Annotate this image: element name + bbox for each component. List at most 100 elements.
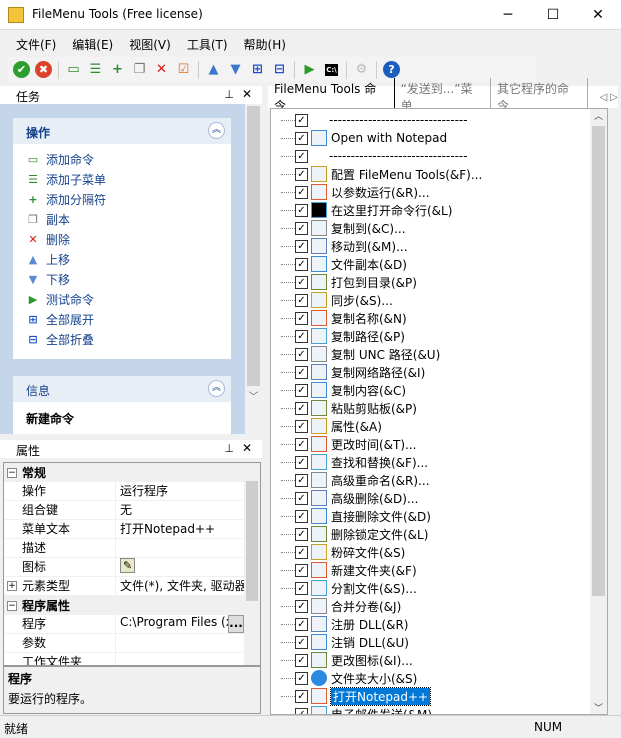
tree-item[interactable]: ✓ 合并分卷(&J) bbox=[271, 597, 401, 615]
scroll-up-icon[interactable]: ︿ bbox=[590, 109, 607, 126]
tree-item[interactable]: ✓ 新建文件夹(&F) bbox=[271, 561, 417, 579]
task-item[interactable]: ⊟ 全部折叠 bbox=[13, 329, 231, 349]
tree-item[interactable]: ✓ 以参数运行(&R)... bbox=[271, 183, 430, 201]
checkbox[interactable]: ✓ bbox=[295, 329, 308, 343]
add-command-button[interactable]: ▭ bbox=[64, 60, 83, 79]
checkbox[interactable]: ✓ bbox=[295, 401, 308, 415]
task-item[interactable]: ▲ 上移 bbox=[13, 249, 231, 269]
delete-button[interactable]: ✕ bbox=[152, 60, 171, 79]
tree-item[interactable]: ✓ Open with Notepad bbox=[271, 129, 447, 147]
tree-item[interactable]: ✓ 复制路径(&P) bbox=[271, 327, 405, 345]
checkbox[interactable]: ✓ bbox=[295, 311, 308, 325]
close-icon[interactable]: ✕ bbox=[242, 87, 252, 101]
tree-item[interactable]: ✓ 同步(&S)... bbox=[271, 291, 393, 309]
task-item[interactable]: ▭ 添加命令 bbox=[13, 149, 231, 169]
menu-help[interactable]: 帮助(H) bbox=[236, 32, 294, 57]
tree-item[interactable]: ✓ 分割文件(&S)... bbox=[271, 579, 417, 597]
task-item[interactable]: ☰ 添加子菜单 bbox=[13, 169, 231, 189]
tree-item[interactable]: ✓ 粘贴剪贴板(&P) bbox=[271, 399, 417, 417]
tree-item[interactable]: ✓ -------------------------------- bbox=[271, 147, 468, 165]
checkbox[interactable]: ✓ bbox=[295, 293, 308, 307]
checkbox[interactable]: ✓ bbox=[295, 599, 308, 613]
property-value[interactable] bbox=[116, 653, 244, 665]
check-button[interactable]: ☑ bbox=[174, 60, 193, 79]
tree-item[interactable]: ✓ 属性(&A) bbox=[271, 417, 382, 435]
property-value[interactable]: 文件(*), 文件夹, 驱动器 bbox=[116, 577, 244, 595]
task-item[interactable]: ▼ 下移 bbox=[13, 269, 231, 289]
scroll-thumb[interactable] bbox=[592, 126, 605, 596]
properties-scrollbar[interactable] bbox=[244, 462, 261, 666]
add-submenu-button[interactable]: ☰ bbox=[86, 60, 105, 79]
tree-item[interactable]: ✓ 复制名称(&N) bbox=[271, 309, 407, 327]
tab-scroll-right-icon[interactable]: ▷ bbox=[610, 92, 618, 103]
settings-button[interactable]: ⚙ bbox=[352, 60, 371, 79]
expand-toggle-icon[interactable]: + bbox=[7, 581, 17, 591]
pin-icon[interactable]: ⊥ bbox=[224, 88, 234, 101]
task-item[interactable]: ▶ 测试命令 bbox=[13, 289, 231, 309]
property-category[interactable]: − 常规 bbox=[4, 463, 244, 482]
checkbox[interactable]: ✓ bbox=[295, 275, 308, 289]
tree-item[interactable]: ✓ 复制到(&C)... bbox=[271, 219, 406, 237]
checkbox[interactable]: ✓ bbox=[295, 437, 308, 451]
property-row[interactable]: 图标 ✎ bbox=[4, 558, 244, 577]
task-item[interactable]: + 添加分隔符 bbox=[13, 189, 231, 209]
checkbox[interactable]: ✓ bbox=[295, 149, 308, 163]
property-row[interactable]: 操作 运行程序 bbox=[4, 482, 244, 501]
collapse-icon[interactable]: ︽ bbox=[208, 380, 225, 397]
task-item[interactable]: ✕ 删除 bbox=[13, 229, 231, 249]
property-row[interactable]: 工作文件夹 bbox=[4, 653, 244, 665]
checkbox[interactable]: ✓ bbox=[295, 491, 308, 505]
property-value[interactable] bbox=[116, 539, 244, 557]
apply-button[interactable]: ✔ bbox=[12, 60, 31, 79]
checkbox[interactable]: ✓ bbox=[295, 383, 308, 397]
checkbox[interactable]: ✓ bbox=[295, 635, 308, 649]
tasks-scrollbar[interactable]: ﹀ bbox=[245, 104, 262, 434]
tree-item[interactable]: ✓ 注册 DLL(&R) bbox=[271, 615, 409, 633]
checkbox[interactable]: ✓ bbox=[295, 581, 308, 595]
collapse-all-button[interactable]: ⊟ bbox=[270, 60, 289, 79]
tab-scroll-left-icon[interactable]: ◁ bbox=[600, 92, 608, 103]
tree-item[interactable]: ✓ 打包到目录(&P) bbox=[271, 273, 417, 291]
add-separator-button[interactable]: + bbox=[108, 60, 127, 79]
scroll-thumb[interactable] bbox=[246, 481, 258, 601]
expand-all-button[interactable]: ⊞ bbox=[248, 60, 267, 79]
tree-item[interactable]: ✓ 直接删除文件(&D) bbox=[271, 507, 431, 525]
close-icon[interactable]: ✕ bbox=[242, 441, 252, 455]
tree-item[interactable]: ✓ 文件副本(&D) bbox=[271, 255, 407, 273]
tree-item[interactable]: ✓ 配置 FileMenu Tools(&F)... bbox=[271, 165, 482, 183]
move-up-button[interactable]: ▲ bbox=[204, 60, 223, 79]
checkbox[interactable]: ✓ bbox=[295, 473, 308, 487]
checkbox[interactable]: ✓ bbox=[295, 203, 308, 217]
tree-item[interactable]: ✓ 在这里打开命令行(&L) bbox=[271, 201, 452, 219]
tree-item[interactable]: ✓ 文件夹大小(&S) bbox=[271, 669, 417, 687]
menu-edit[interactable]: 编辑(E) bbox=[64, 32, 121, 57]
tree-item[interactable]: ✓ 查找和替换(&F)... bbox=[271, 453, 428, 471]
property-row[interactable]: 描述 bbox=[4, 539, 244, 558]
minimize-button[interactable]: ─ bbox=[485, 0, 531, 30]
tree-item[interactable]: ✓ 高级重命名(&R)... bbox=[271, 471, 430, 489]
console-button[interactable]: C:\ bbox=[322, 60, 341, 79]
tree-item[interactable]: ✓ 移动到(&M)... bbox=[271, 237, 408, 255]
tree-item[interactable]: ✓ 删除锁定文件(&L) bbox=[271, 525, 428, 543]
help-button[interactable]: ? bbox=[382, 60, 401, 79]
property-row[interactable]: + 元素类型 文件(*), 文件夹, 驱动器 bbox=[4, 577, 244, 596]
checkbox[interactable]: ✓ bbox=[295, 347, 308, 361]
tree-item[interactable]: ✓ 高级删除(&D)... bbox=[271, 489, 418, 507]
scroll-down-icon[interactable]: ﹀ bbox=[590, 701, 607, 714]
run-button[interactable]: ▶ bbox=[300, 60, 319, 79]
checkbox[interactable]: ✓ bbox=[295, 671, 308, 685]
checkbox[interactable]: ✓ bbox=[295, 563, 308, 577]
task-item[interactable]: ⊞ 全部展开 bbox=[13, 309, 231, 329]
property-value[interactable]: C:\Program Files (x86 bbox=[116, 615, 244, 633]
pin-icon[interactable]: ⊥ bbox=[224, 442, 234, 455]
checkbox[interactable]: ✓ bbox=[295, 257, 308, 271]
property-value[interactable]: 运行程序 bbox=[116, 482, 244, 500]
tree-item[interactable]: ✓ 更改图标(&I)... bbox=[271, 651, 413, 669]
tree-item[interactable]: ✓ 打开Notepad++ bbox=[271, 686, 432, 706]
checkbox[interactable]: ✓ bbox=[295, 113, 308, 127]
cancel-button[interactable]: ✖ bbox=[34, 60, 53, 79]
browse-button[interactable]: ... bbox=[228, 615, 244, 633]
move-down-button[interactable]: ▼ bbox=[226, 60, 245, 79]
tree-item[interactable]: ✓ 电子邮件发送(&M) bbox=[271, 705, 432, 714]
checkbox[interactable]: ✓ bbox=[295, 509, 308, 523]
